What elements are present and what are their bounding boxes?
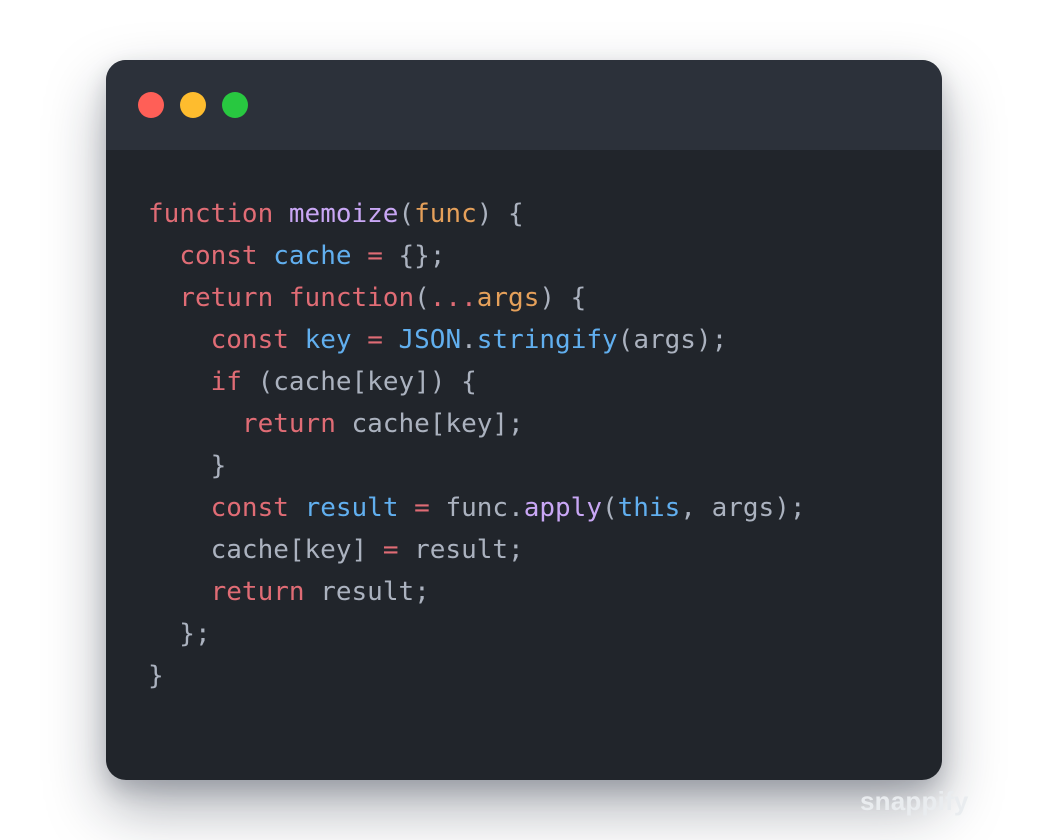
code-token: = bbox=[367, 241, 383, 271]
code-line: cache[key] = result; bbox=[148, 529, 806, 571]
code-line: const cache = {}; bbox=[148, 235, 806, 277]
code-token: key bbox=[304, 325, 352, 355]
code-line: if (cache[key]) { bbox=[148, 361, 806, 403]
code-token: return bbox=[179, 283, 274, 313]
close-dot-icon[interactable] bbox=[138, 92, 164, 118]
snappify-watermark: snappify bbox=[860, 786, 969, 816]
code-token: , args); bbox=[680, 493, 806, 523]
zoom-dot-icon[interactable] bbox=[222, 92, 248, 118]
code-token: ( bbox=[414, 283, 430, 313]
code-token: = bbox=[367, 325, 383, 355]
code-token: function bbox=[288, 283, 415, 313]
code-token: return bbox=[210, 577, 305, 607]
code-token: cache[key]; bbox=[335, 409, 524, 439]
code-token: cache[key] bbox=[148, 535, 383, 565]
code-token: result; bbox=[304, 577, 430, 607]
code-line: } bbox=[148, 655, 806, 697]
code-token: result bbox=[304, 493, 399, 523]
code-token: apply bbox=[523, 493, 602, 523]
code-token: (args); bbox=[617, 325, 728, 355]
window-titlebar bbox=[106, 60, 942, 150]
code-line: } bbox=[148, 445, 806, 487]
code-token: return bbox=[241, 409, 336, 439]
code-token: {}; bbox=[382, 241, 446, 271]
code-token: if bbox=[210, 367, 242, 397]
code-token: ) { bbox=[539, 283, 587, 313]
code-token: const bbox=[210, 493, 289, 523]
code-token: func bbox=[414, 199, 477, 229]
code-token: = bbox=[382, 535, 399, 565]
code-line: const key = JSON.stringify(args); bbox=[148, 319, 806, 361]
code-line: return function(...args) { bbox=[148, 277, 806, 319]
code-token: args bbox=[476, 283, 540, 313]
code-line: return result; bbox=[148, 571, 806, 613]
code-token: ) { bbox=[476, 199, 524, 229]
code-token: stringify bbox=[476, 325, 618, 355]
code-token: memoize bbox=[288, 199, 399, 229]
code-token: this bbox=[617, 493, 681, 523]
code-token: JSON bbox=[398, 325, 462, 355]
code-token: . bbox=[461, 325, 477, 355]
code-token: ... bbox=[429, 283, 477, 313]
code-token: (cache[key]) { bbox=[241, 367, 477, 397]
code-token: } bbox=[148, 451, 227, 481]
code-token: const bbox=[210, 325, 289, 355]
code-line: function memoize(func) { bbox=[148, 193, 806, 235]
code-block: function memoize(func) { const cache = {… bbox=[148, 193, 806, 697]
code-token: = bbox=[414, 493, 430, 523]
code-line: }; bbox=[148, 613, 806, 655]
minimize-dot-icon[interactable] bbox=[180, 92, 206, 118]
code-token: ( bbox=[398, 199, 415, 229]
code-token: func. bbox=[429, 493, 524, 523]
code-token: function bbox=[148, 199, 274, 229]
code-line: const result = func.apply(this, args); bbox=[148, 487, 806, 529]
code-line: return cache[key]; bbox=[148, 403, 806, 445]
code-token: ( bbox=[602, 493, 618, 523]
code-token: } bbox=[148, 661, 164, 691]
code-token: const bbox=[179, 241, 258, 271]
code-window: function memoize(func) { const cache = {… bbox=[106, 60, 942, 780]
code-token: }; bbox=[148, 619, 211, 649]
code-token: cache bbox=[273, 241, 352, 271]
code-token: result; bbox=[398, 535, 524, 565]
